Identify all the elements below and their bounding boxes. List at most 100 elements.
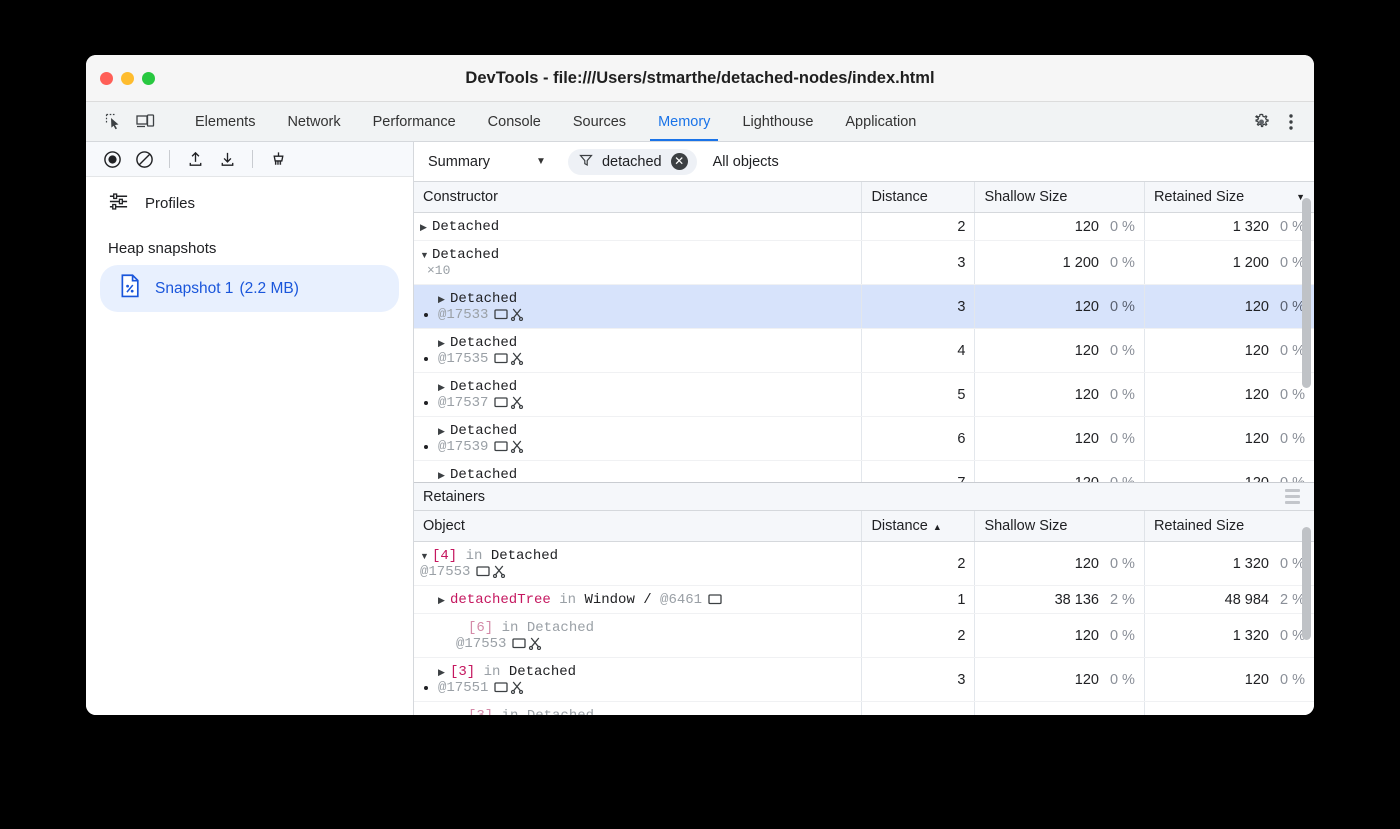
dom-node-icon: [708, 593, 722, 605]
device-toolbar-icon[interactable]: [132, 109, 158, 135]
hamburger-icon[interactable]: [1285, 489, 1300, 504]
table-row[interactable]: ▶Detached @1753961200 %1200 %: [414, 417, 1314, 461]
expander-collapsed-icon[interactable]: ▶: [438, 294, 450, 305]
maximize-window-button[interactable]: [142, 72, 155, 85]
cell-object[interactable]: [6] in Detached @17553: [414, 614, 862, 658]
table-row[interactable]: ▶[3] in Detached @1755131200 %1200 %: [414, 658, 1314, 702]
more-vertical-icon[interactable]: [1278, 109, 1304, 135]
expander-collapsed-icon[interactable]: ▶: [438, 470, 450, 481]
summary-scroll-area: Constructor Distance Shallow Size Retain…: [414, 182, 1314, 482]
expander-collapsed-icon[interactable]: ▶: [438, 338, 450, 349]
column-header-constructor[interactable]: Constructor: [414, 182, 862, 213]
table-row[interactable]: ▶Detached @1754171200 %1200 %: [414, 461, 1314, 483]
table-row[interactable]: ▶Detached @1753751200 %1200 %: [414, 373, 1314, 417]
column-header-retainer-distance[interactable]: Distance▲: [862, 511, 975, 542]
retainers-scrollbar[interactable]: [1301, 525, 1312, 715]
cell-constructor[interactable]: ▼Detached ×10: [414, 241, 862, 285]
record-icon[interactable]: [98, 146, 126, 172]
expander-expanded-icon[interactable]: ▼: [420, 250, 432, 260]
detached-scissors-icon: [510, 395, 524, 409]
table-row[interactable]: ▶Detached 21200 %1 3200 %: [414, 213, 1314, 241]
tab-memory[interactable]: Memory: [642, 102, 726, 141]
column-header-retained-size[interactable]: Retained Size ▼: [1144, 182, 1314, 213]
expander-expanded-icon[interactable]: ▼: [420, 551, 432, 561]
table-row[interactable]: ▼[4] in Detached @1755321200 %1 3200 %: [414, 542, 1314, 586]
clear-icon[interactable]: [130, 146, 158, 172]
table-row[interactable]: ▶Detached @1753331200 %1200 %: [414, 285, 1314, 329]
table-row[interactable]: ▶detachedTree in Window / @6461138 1362 …: [414, 586, 1314, 614]
row-relation: in: [475, 664, 509, 680]
row-retainer-key: [4]: [432, 548, 457, 564]
view-select[interactable]: Summary ▼: [414, 154, 560, 170]
tab-console[interactable]: Console: [472, 102, 557, 141]
dom-node-icon: [494, 440, 508, 452]
window-node-icon-group: [708, 593, 722, 605]
node-icon-group: [494, 680, 524, 694]
expander-collapsed-icon[interactable]: ▶: [438, 426, 450, 437]
table-row[interactable]: ▶Detached @1753541200 %1200 %: [414, 329, 1314, 373]
column-header-shallow-size[interactable]: Shallow Size: [975, 182, 1145, 213]
detached-scissors-icon: [510, 680, 524, 694]
cell-object[interactable]: [3] in Detached @17533: [414, 702, 862, 716]
tab-lighthouse[interactable]: Lighthouse: [726, 102, 829, 141]
devtools-body: Profiles Heap snapshots Snapshot 1 (2.2 …: [86, 142, 1314, 715]
tab-application[interactable]: Application: [829, 102, 932, 141]
cell-distance: 2: [862, 614, 975, 658]
sidebar-item-snapshot-1[interactable]: Snapshot 1 (2.2 MB): [100, 265, 399, 312]
profiles-label: Profiles: [145, 195, 195, 212]
devtools-tab-bar: Elements Network Performance Console Sou…: [86, 102, 1314, 142]
cell-constructor[interactable]: ▶Detached @17533: [414, 285, 862, 329]
cell-object[interactable]: ▶[3] in Detached @17551: [414, 658, 862, 702]
cell-shallow-percent: 0 %: [1099, 431, 1135, 447]
collect-garbage-icon[interactable]: [264, 146, 292, 172]
row-object-id: @17553: [456, 636, 506, 652]
retainers-scrollbar-thumb[interactable]: [1302, 527, 1311, 640]
tab-performance[interactable]: Performance: [357, 102, 472, 141]
minimize-window-button[interactable]: [121, 72, 134, 85]
snapshot-name: Snapshot 1: [155, 280, 233, 298]
summary-scrollbar[interactable]: [1301, 196, 1312, 482]
tab-network[interactable]: Network: [271, 102, 356, 141]
cell-object[interactable]: ▶detachedTree in Window / @6461: [414, 586, 862, 614]
expander-collapsed-icon[interactable]: ▶: [420, 222, 432, 233]
cell-shallow-percent: 0 %: [1099, 628, 1135, 644]
column-header-object[interactable]: Object: [414, 511, 862, 542]
expander-collapsed-icon[interactable]: ▶: [438, 667, 450, 678]
column-header-retainer-shallow-size[interactable]: Shallow Size: [975, 511, 1145, 542]
cell-constructor[interactable]: ▶Detached: [414, 213, 862, 241]
row-object-id: @6461: [652, 592, 702, 608]
column-header-retainer-retained-size[interactable]: Retained Size: [1144, 511, 1314, 542]
tab-sources[interactable]: Sources: [557, 102, 642, 141]
cell-retained-percent: 0 %: [1269, 672, 1305, 688]
table-row[interactable]: [6] in Detached @1755321200 %1 3200 %: [414, 614, 1314, 658]
summary-table-header-row: Constructor Distance Shallow Size Retain…: [414, 182, 1314, 213]
cell-constructor[interactable]: ▶Detached @17537: [414, 373, 862, 417]
gear-icon[interactable]: [1248, 109, 1274, 135]
expander-collapsed-icon[interactable]: ▶: [438, 595, 450, 606]
summary-scrollbar-thumb[interactable]: [1302, 198, 1311, 388]
table-row[interactable]: [3] in Detached @1753331200 %1200 %: [414, 702, 1314, 716]
cell-constructor[interactable]: ▶Detached @17541: [414, 461, 862, 483]
detached-scissors-icon: [492, 564, 506, 578]
cell-constructor[interactable]: ▶Detached @17539: [414, 417, 862, 461]
clear-circle-icon[interactable]: ✕: [671, 153, 688, 170]
row-object-id: @17533: [438, 307, 488, 323]
detached-scissors-icon: [528, 636, 542, 650]
column-header-distance[interactable]: Distance: [862, 182, 975, 213]
cell-object[interactable]: ▼[4] in Detached @17553: [414, 542, 862, 586]
tab-elements[interactable]: Elements: [179, 102, 271, 141]
expander-collapsed-icon[interactable]: ▶: [438, 382, 450, 393]
close-window-button[interactable]: [100, 72, 113, 85]
filter-chip[interactable]: detached ✕: [568, 149, 697, 175]
cell-retained-size: 1200 %: [1144, 461, 1314, 483]
save-profile-icon[interactable]: [213, 146, 241, 172]
cell-shallow-percent: 0 %: [1099, 672, 1135, 688]
inspect-element-icon[interactable]: [100, 109, 126, 135]
cell-constructor[interactable]: ▶Detached @17535: [414, 329, 862, 373]
objects-select[interactable]: All objects: [713, 154, 779, 170]
load-profile-icon[interactable]: [181, 146, 209, 172]
sidebar-item-profiles[interactable]: Profiles: [86, 177, 413, 230]
node-icon-group: [494, 439, 524, 453]
table-row[interactable]: ▼Detached ×1031 2000 %1 2000 %: [414, 241, 1314, 285]
cell-shallow-percent: 2 %: [1099, 592, 1135, 608]
